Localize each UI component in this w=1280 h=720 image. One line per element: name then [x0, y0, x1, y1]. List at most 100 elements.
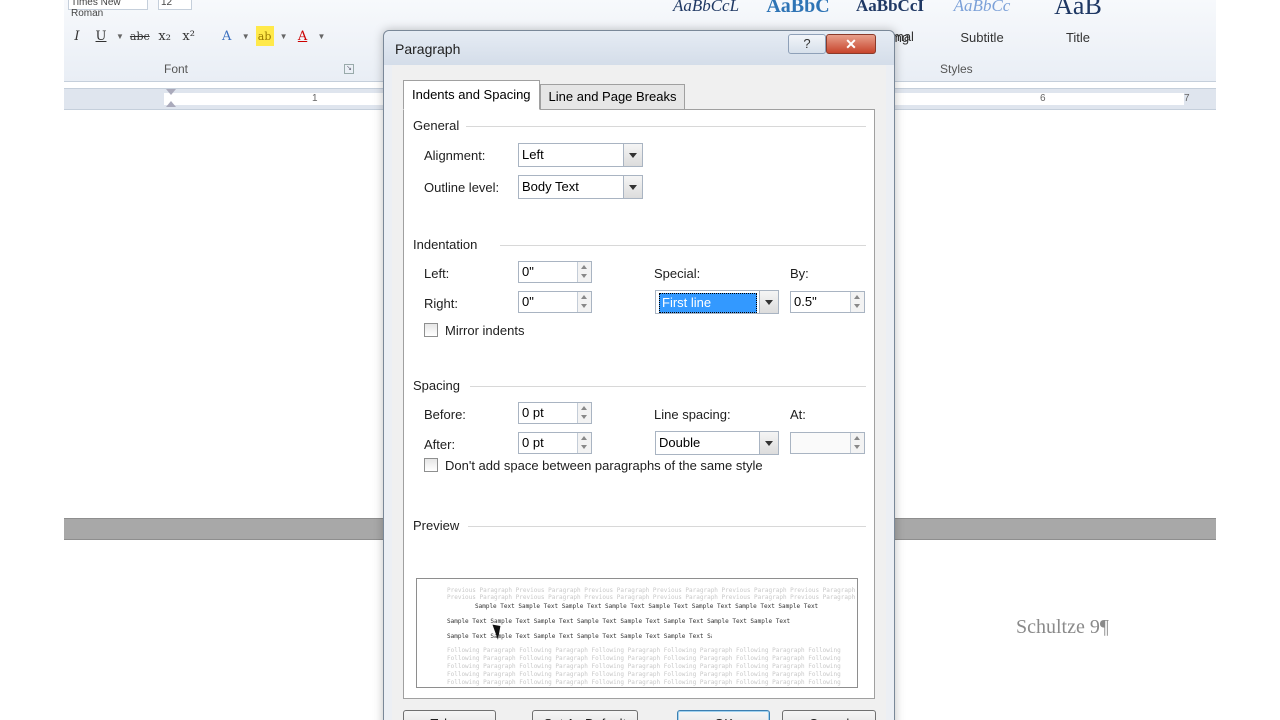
highlight-button[interactable]: ab [255, 26, 274, 46]
style-sample: AaBbC [766, 0, 830, 17]
mirror-indents-label[interactable]: Mirror indents [445, 323, 524, 338]
preview-following-line: Following Paragraph Following Paragraph … [447, 663, 841, 670]
indent-right-label: Right: [424, 296, 458, 311]
preview-sample-line: Sample Text Sample Text Sample Text Samp… [475, 603, 819, 610]
preview-following-line: Following Paragraph Following Paragraph … [447, 671, 841, 678]
text-effects-button[interactable]: A [218, 26, 236, 46]
divider [500, 245, 866, 246]
preview-following-line: Following Paragraph Following Paragraph … [447, 655, 841, 662]
style-name: Title [1065, 30, 1091, 45]
special-select[interactable]: First line [655, 290, 779, 314]
mirror-indents-checkbox[interactable] [424, 323, 438, 337]
by-label: By: [790, 266, 809, 281]
indent-right-spinner[interactable]: 0" [518, 291, 592, 313]
dont-add-space-label[interactable]: Don't add space between paragraphs of th… [445, 458, 763, 473]
spinner-arrows-icon[interactable] [577, 433, 591, 453]
dialog-body: Indents and Spacing Line and Page Breaks… [392, 65, 886, 720]
alignment-label: Alignment: [424, 148, 486, 163]
spacing-after-label: After: [424, 437, 456, 452]
spacing-before-label: Before: [424, 407, 466, 422]
underline-button[interactable]: U [92, 26, 110, 46]
spinner-arrows-icon[interactable] [577, 292, 591, 312]
italic-button[interactable]: I [68, 26, 86, 46]
style-item-subtitle[interactable]: AaBbCc Subtitle [936, 0, 1028, 50]
close-button[interactable]: ✕ [826, 34, 876, 54]
ruler-number: 7 [1184, 93, 1190, 104]
preview-previous-line: Previous Paragraph Previous Paragraph Pr… [447, 594, 856, 601]
help-button[interactable]: ? [788, 34, 826, 54]
highlight-dropdown-icon[interactable]: ▼ [280, 32, 288, 41]
font-size-combo[interactable]: 12 [158, 0, 192, 10]
alignment-value: Left [522, 147, 544, 162]
style-sample: AaB [1054, 0, 1102, 20]
ok-button[interactable]: OK [677, 710, 770, 720]
style-item-title[interactable]: AaB Title [1028, 0, 1128, 50]
strikethrough-button[interactable]: abc [130, 26, 150, 46]
divider [466, 126, 866, 127]
preview-following-line: Following Paragraph Following Paragraph … [447, 647, 841, 654]
styles-gallery: AaBbCcL AaBbC AaBbCcI Strong AaBbCc Subt… [673, 0, 1216, 52]
indent-right-value: 0" [522, 294, 534, 309]
cancel-button[interactable]: Cancel [782, 710, 876, 720]
spinner-arrows-icon[interactable] [577, 262, 591, 282]
paragraph-dialog: Paragraph ? ✕ Indents and Spacing Line a… [383, 30, 895, 720]
font-name-combo[interactable]: Times New Roman [68, 0, 148, 19]
text-effects-dropdown-icon[interactable]: ▼ [242, 32, 250, 41]
underline-dropdown-icon[interactable]: ▼ [116, 32, 124, 41]
at-spinner[interactable] [790, 432, 865, 454]
indent-left-spinner[interactable]: 0" [518, 261, 592, 283]
preview-section-title: Preview [413, 518, 460, 533]
chevron-down-icon[interactable] [759, 432, 778, 454]
spinner-arrows-icon[interactable] [850, 433, 864, 453]
subscript-button[interactable]: x₂ [156, 26, 174, 46]
ribbon-row-top: Times New Roman 12 [64, 0, 192, 19]
font-group-label: Font [164, 62, 189, 76]
font-dialog-launcher-icon[interactable]: ↘ [344, 64, 354, 74]
by-value: 0.5" [794, 294, 817, 309]
indent-left-label: Left: [424, 266, 450, 281]
styles-group-label: Styles [940, 62, 973, 76]
superscript-button[interactable]: x² [180, 26, 198, 46]
tabs-button[interactable]: Tabs... [403, 710, 496, 720]
style-name-partial: mal [893, 29, 914, 44]
dialog-titlebar[interactable]: Paragraph ? ✕ [384, 31, 894, 65]
outline-level-select[interactable]: Body Text [518, 175, 643, 199]
by-spinner[interactable]: 0.5" [790, 291, 865, 313]
chevron-down-icon[interactable] [623, 176, 642, 198]
style-name: Subtitle [960, 30, 1004, 45]
special-label: Special: [654, 266, 701, 281]
font-color-button[interactable]: A [294, 26, 312, 46]
divider [470, 386, 866, 387]
dont-add-space-checkbox[interactable] [424, 458, 438, 472]
preview-sample-line: Sample Text Sample Text Sample Text Samp… [447, 633, 712, 640]
spacing-after-value: 0 pt [522, 435, 544, 450]
style-sample: AaBbCcI [855, 0, 924, 15]
divider [468, 526, 866, 527]
general-section-title: General [413, 118, 460, 133]
line-spacing-value: Double [659, 435, 701, 450]
line-spacing-select[interactable]: Double [655, 431, 779, 455]
set-as-default-button[interactable]: Set As Default [532, 710, 638, 720]
spacing-before-value: 0 pt [522, 405, 544, 420]
alignment-select[interactable]: Left [518, 143, 643, 167]
ruler-number: 6 [1040, 93, 1046, 104]
tab-indents-and-spacing[interactable]: Indents and Spacing [403, 80, 540, 110]
tab-strip: Indents and Spacing Line and Page Breaks [403, 80, 686, 110]
indentation-section-title: Indentation [413, 237, 478, 252]
chevron-down-icon[interactable] [759, 291, 778, 313]
tab-panel: General Alignment: Left Outline level: B… [403, 109, 875, 699]
at-label: At: [790, 407, 806, 422]
tab-line-and-page-breaks[interactable]: Line and Page Breaks [539, 84, 686, 110]
style-sample: AaBbCc [953, 0, 1011, 15]
chevron-down-icon[interactable] [623, 144, 642, 166]
special-value: First line [659, 293, 757, 313]
spacing-after-spinner[interactable]: 0 pt [518, 432, 592, 454]
font-color-dropdown-icon[interactable]: ▼ [318, 32, 326, 41]
spinner-arrows-icon[interactable] [850, 292, 864, 312]
right-letterbox [1216, 0, 1280, 720]
indent-marker-icon[interactable] [166, 89, 176, 111]
style-sample: AaBbCcL [672, 0, 740, 15]
spacing-before-spinner[interactable]: 0 pt [518, 402, 592, 424]
spinner-arrows-icon[interactable] [577, 403, 591, 423]
ruler-number: 1 [312, 93, 318, 104]
